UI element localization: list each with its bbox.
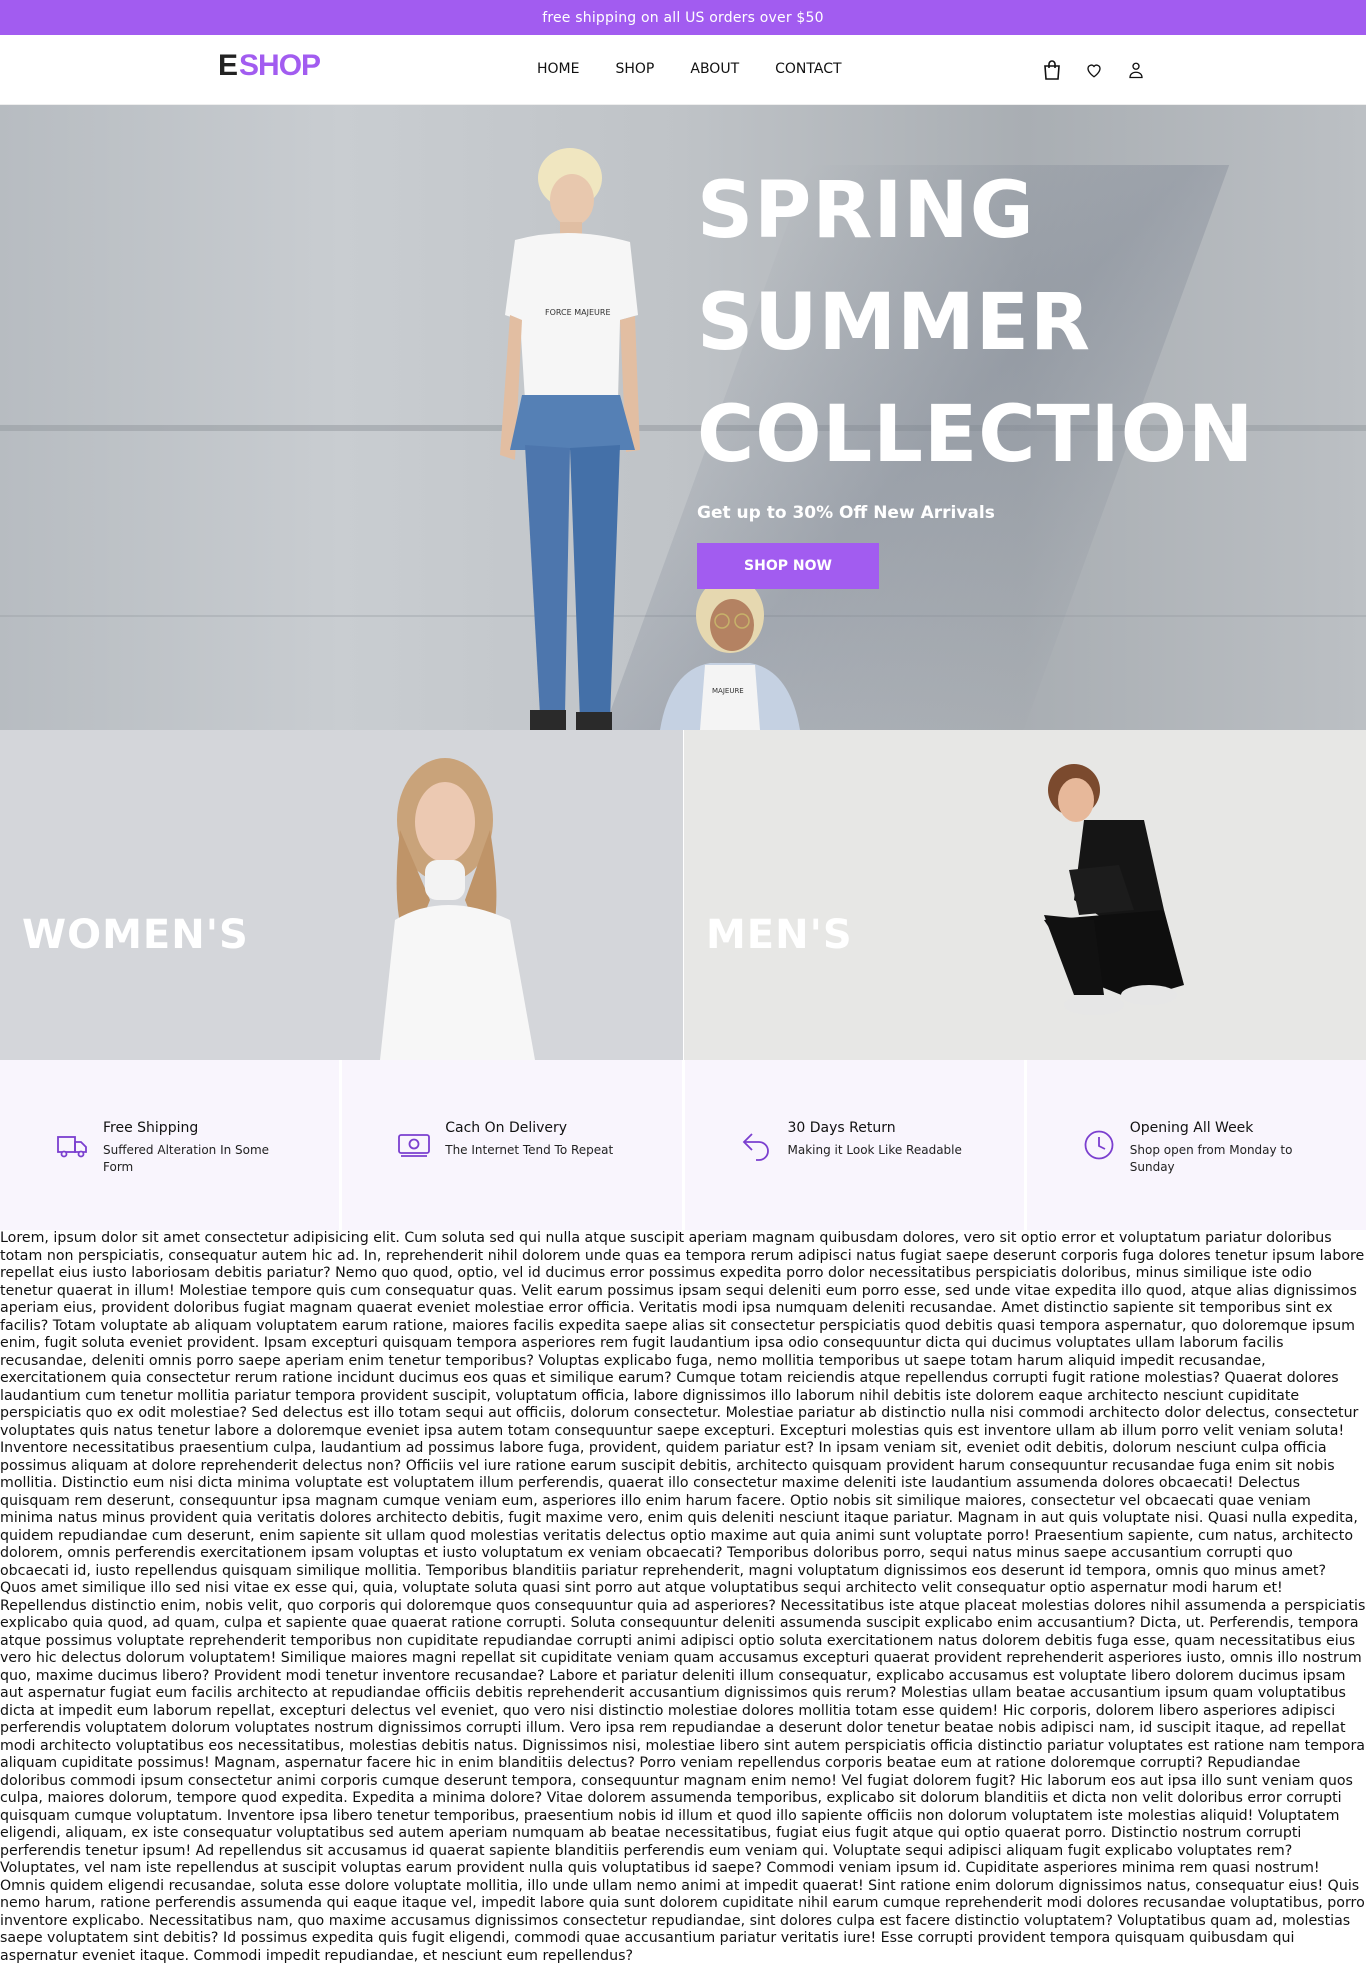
- shop-now-button[interactable]: SHOP NOW: [697, 543, 879, 589]
- hero-subtitle: Get up to 30% Off New Arrivals: [697, 503, 995, 523]
- category-men-label: MEN'S: [706, 912, 853, 958]
- feature-title: Free Shipping: [103, 1120, 199, 1136]
- feature-30-days-return: 30 Days Return Making it Look Like Reada…: [685, 1060, 1027, 1230]
- feature-desc: Making it Look Like Readable: [787, 1143, 962, 1157]
- nav-contact[interactable]: CONTACT: [775, 61, 841, 77]
- men-model-image: [1044, 764, 1184, 1015]
- feature-title: Cach On Delivery: [445, 1120, 568, 1136]
- feature-cash-on-delivery: Cach On Delivery The Internet Tend To Re…: [342, 1060, 685, 1230]
- category-men[interactable]: MEN'S: [683, 730, 1366, 1060]
- logo-e: E: [218, 49, 238, 82]
- category-women[interactable]: WOMEN'S: [0, 730, 683, 1060]
- hero-model-image: FORCE MAJEURE: [500, 148, 640, 730]
- feature-title: 30 Days Return: [787, 1120, 896, 1136]
- logo[interactable]: E SHOP: [218, 49, 321, 83]
- feature-title: Opening All Week: [1129, 1120, 1254, 1136]
- announcement-bar: free shipping on all US orders over $50: [0, 0, 1366, 35]
- feature-opening-all-week: Opening All Week Shop open from Monday t…: [1027, 1060, 1366, 1230]
- hero-model-2-image: MAJEURE: [660, 577, 800, 730]
- nav-about[interactable]: ABOUT: [690, 61, 739, 77]
- site-header: E SHOP HOME SHOP ABOUT CONTACT: [0, 35, 1366, 105]
- women-model-image: [380, 758, 535, 1060]
- feature-desc: Suffered Alteration In Some Form: [103, 1143, 270, 1174]
- lorem-paragraph: Lorem, ipsum dolor sit amet consectetur …: [0, 1230, 1366, 1964]
- header-icons: [1043, 60, 1145, 80]
- cash-icon: [398, 1134, 431, 1157]
- nav-home[interactable]: HOME: [537, 61, 579, 77]
- hero-title-line-2: SUMMER: [697, 278, 1092, 368]
- category-women-label: WOMEN'S: [22, 912, 249, 958]
- announcement-text: free shipping on all US orders over $50: [542, 9, 824, 26]
- feature-free-shipping: Free Shipping Suffered Alteration In Som…: [0, 1060, 343, 1230]
- nav-shop[interactable]: SHOP: [615, 61, 654, 77]
- logo-shop: SHOP: [239, 49, 321, 82]
- feature-desc: The Internet Tend To Repeat: [445, 1143, 614, 1157]
- hero-banner: FORCE MAJEURE MAJEURE SPRING SUMMER COLL…: [0, 105, 1366, 730]
- shopping-bag-icon[interactable]: [1043, 60, 1061, 80]
- heart-icon[interactable]: [1085, 60, 1103, 80]
- hero-title-line-3: COLLECTION: [697, 390, 1255, 480]
- main-nav: HOME SHOP ABOUT CONTACT: [537, 61, 842, 77]
- feature-desc: Shop open from Monday to Sunday: [1129, 1143, 1293, 1174]
- hero-title-line-1: SPRING: [697, 166, 1035, 256]
- clock-icon: [1084, 1130, 1114, 1160]
- shirt-print: FORCE MAJEURE: [545, 308, 611, 317]
- features-strip: Free Shipping Suffered Alteration In Som…: [0, 1060, 1366, 1230]
- shirt-print-2: MAJEURE: [712, 687, 744, 695]
- category-banners: WOMEN'S MEN'S: [0, 730, 1366, 1060]
- truck-icon: [57, 1136, 87, 1158]
- user-icon[interactable]: [1127, 60, 1145, 80]
- return-arrow-icon: [742, 1133, 769, 1161]
- hero-text: SPRING SUMMER COLLECTION Get up to 30% O…: [697, 155, 1254, 523]
